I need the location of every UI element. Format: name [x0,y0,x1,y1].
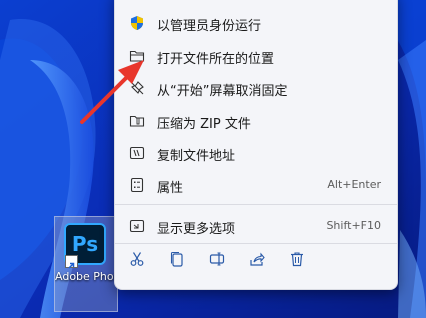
share-icon [250,252,265,266]
delete-button[interactable] [283,247,311,271]
shortcut-label: Adobe Photosh... [55,270,117,283]
menu-item-label: 压缩为 ZIP 文件 [157,117,251,132]
menu-item-label: 打开文件所在的位置 [157,52,275,67]
desktop-shortcut-photoshop[interactable]: Ps Adobe Photosh... [54,216,118,312]
menu-item-open-file-location[interactable]: 打开文件所在的位置 [119,41,393,71]
copy-path-icon [129,146,145,160]
shield-icon [131,16,143,30]
unpin-icon [130,81,144,95]
shortcut-arrow-icon [65,255,78,269]
menu-item-show-more-options[interactable]: 显示更多选项 Shift+F10 [119,211,393,241]
menu-separator [115,204,397,205]
copy-icon [170,251,183,267]
cut-button[interactable] [123,247,151,271]
rename-button[interactable] [203,247,231,271]
menu-item-label: 从“开始”屏幕取消固定 [157,84,288,99]
menu-item-run-as-admin[interactable]: 以管理员身份运行 [119,8,393,38]
menu-item-unpin-from-start[interactable]: 从“开始”屏幕取消固定 [119,73,393,103]
shortcut-hint: Alt+Enter [327,178,381,191]
menu-item-label: 属性 [157,181,184,196]
cut-icon [130,252,144,266]
copy-button[interactable] [163,247,191,271]
menu-item-label: 复制文件地址 [157,149,236,164]
context-menu: 以管理员身份运行 打开文件所在的位置 从“开始”屏幕取消固定 压缩为 ZIP 文… [114,0,398,290]
share-button[interactable] [243,247,271,271]
properties-icon [130,177,144,193]
rename-icon [209,252,225,266]
delete-icon [291,252,303,267]
menu-item-copy-as-path[interactable]: 复制文件地址 [119,138,393,168]
menu-item-label: 以管理员身份运行 [157,19,262,34]
zip-folder-icon [129,115,145,127]
menu-separator [115,243,397,244]
menu-item-label: 显示更多选项 [157,222,236,237]
menu-item-compress-zip[interactable]: 压缩为 ZIP 文件 [119,106,393,136]
shortcut-hint: Shift+F10 [326,219,381,232]
more-options-icon [129,219,145,233]
folder-icon [129,50,145,62]
menu-item-properties[interactable]: 属性 Alt+Enter [119,170,393,200]
